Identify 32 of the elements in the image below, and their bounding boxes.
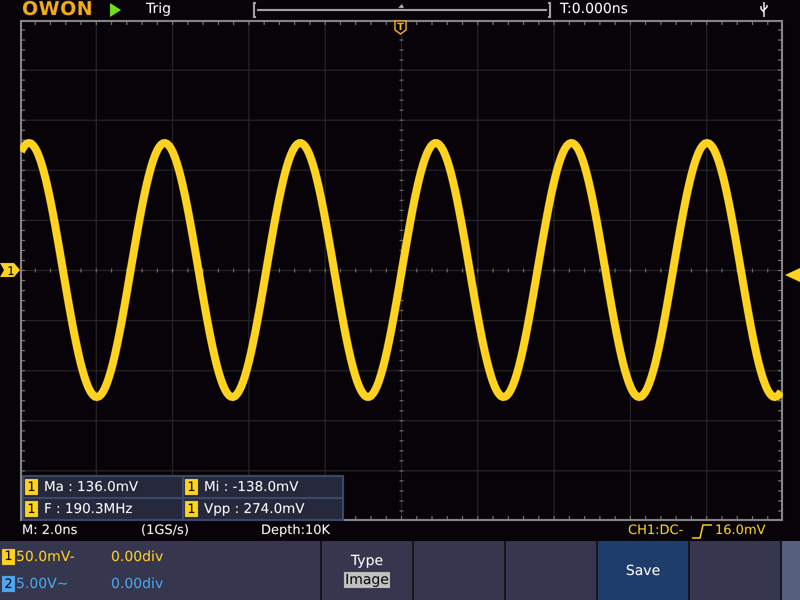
menu-value: Image: [344, 572, 390, 588]
channel-offset: 0.00div: [111, 576, 164, 592]
channel-badge: 1: [185, 479, 198, 495]
brand-logo: OWON: [22, 0, 94, 20]
channel-badge: 1: [25, 479, 38, 495]
menu-button[interactable]: Save: [596, 541, 688, 600]
menu-label: Save: [626, 562, 660, 578]
trigger-source: CH1:DC-: [628, 523, 684, 538]
trigger-level: 16.0mV: [715, 523, 766, 538]
trigger-status: Trig: [146, 1, 172, 17]
channel-scale: 50.0mV-: [16, 548, 76, 565]
trigger-level-marker: [785, 268, 800, 282]
measurement-value: Vpp : 274.0mV: [204, 501, 305, 517]
usb-icon: [760, 2, 768, 17]
measurement-value: Ma : 136.0mV: [44, 479, 138, 495]
trigger-position-marker: T: [394, 20, 407, 35]
menu-label: Type: [350, 553, 384, 569]
rising-edge-icon: [692, 524, 712, 539]
trigger-time: T:0.000ns: [560, 1, 628, 17]
measurement-value: F : 190.3MHz: [44, 501, 132, 517]
channel-badge: 2: [2, 576, 15, 592]
channel-offset: 0.00div: [111, 548, 164, 565]
sample-rate: (1GS/s): [141, 523, 189, 538]
channel-badge: 1: [2, 548, 15, 565]
menu-edge-panel: [780, 541, 800, 600]
measurement-value: Mi : -138.0mV: [204, 479, 298, 495]
channel-marker: 1: [0, 263, 20, 277]
channel-badge: 1: [185, 501, 198, 517]
channel-badge: 1: [25, 501, 38, 517]
channel-scale: 5.00V~: [16, 576, 70, 592]
memory-depth: Depth:10K: [261, 523, 330, 538]
timebase: M: 2.0ns: [22, 523, 78, 538]
